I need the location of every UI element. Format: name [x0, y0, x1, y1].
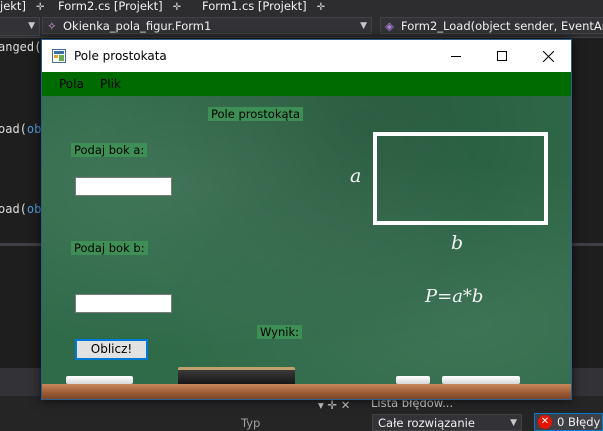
close-button[interactable] — [525, 40, 571, 72]
ide-tab-label: Form1.cs [Projekt] — [202, 0, 307, 13]
member-combo-value: Form2_Load(object sender, EventArgs — [401, 19, 603, 33]
minimize-button[interactable] — [433, 40, 479, 72]
close-icon — [542, 50, 554, 62]
app-icon — [52, 49, 66, 63]
menu-bar: Pola Plik — [42, 72, 571, 96]
member-combo[interactable]: ◈ Form2_Load(object sender, EventArgs — [380, 17, 603, 34]
error-icon: ✕ — [538, 415, 552, 429]
minimize-icon — [451, 56, 461, 57]
type-column-header[interactable]: Typ — [241, 416, 260, 430]
ide-tab[interactable]: Form2.cs [Projekt] ✛ — [58, 0, 181, 14]
chevron-down-icon: ▼ — [510, 418, 517, 428]
ide-tab[interactable]: Form1.cs [Projekt] ✛ — [202, 0, 325, 14]
result-label: Wynik: — [257, 325, 302, 339]
chalk-stick-image — [396, 376, 430, 384]
errors-count: 0 Błędy — [557, 415, 601, 429]
side-a-chalk-label: a — [350, 165, 362, 187]
class-combo[interactable]: ✧ Okienka_pola_figur.Form1 ▼ — [42, 17, 372, 34]
pin-icon[interactable]: ✛ — [173, 2, 181, 13]
chalkboard-canvas: Pole prostokąta Podaj bok a: Podaj bok b… — [42, 96, 571, 399]
ide-tab[interactable]: jekt] ✛ — [0, 0, 44, 14]
side-b-input[interactable] — [75, 294, 172, 313]
code-text: oad( — [0, 202, 27, 216]
chalk-stick-image — [442, 376, 520, 384]
project-combo[interactable]: ▼ — [0, 17, 40, 36]
label-side-a: Podaj bok a: — [71, 143, 148, 157]
pin-icon[interactable]: ✛ — [36, 2, 44, 13]
error-scope-value: Całe rozwiązanie — [378, 416, 475, 430]
rectangle-drawing — [373, 132, 548, 225]
error-scope-select[interactable]: Całe rozwiązanie ▼ — [372, 414, 522, 431]
title-bar[interactable]: Pole prostokata — [42, 40, 571, 72]
label-side-b: Podaj bok b: — [71, 241, 148, 255]
chevron-down-icon: ▼ — [28, 21, 35, 31]
class-combo-value: Okienka_pola_figur.Form1 — [63, 19, 212, 33]
ide-navigation-bar: ▼ ✧ Okienka_pola_figur.Form1 ▼ ◈ Form2_L… — [0, 14, 603, 38]
ide-tab-label: Form2.cs [Projekt] — [58, 0, 163, 13]
side-a-input[interactable] — [75, 177, 172, 196]
menu-item-plik[interactable]: Plik — [100, 77, 121, 91]
window-title: Pole prostokata — [74, 49, 167, 63]
method-icon: ◈ — [385, 19, 394, 33]
pin-icon[interactable]: ✛ — [317, 2, 325, 13]
errors-filter-button[interactable]: ✕ 0 Błędy — [534, 413, 603, 431]
chalk-tray — [42, 384, 571, 399]
side-b-chalk-label: b — [451, 232, 464, 254]
panel-pin-icon[interactable]: ▾ ✛ ✕ — [318, 398, 350, 412]
code-text: oad( — [0, 122, 27, 136]
form-window: Pole prostokata Pola Plik Pole prostokąt… — [41, 39, 572, 400]
maximize-icon — [497, 51, 507, 61]
menu-item-pola[interactable]: Pola — [59, 77, 84, 91]
maximize-button[interactable] — [479, 40, 525, 72]
class-icon: ✧ — [47, 19, 57, 33]
form-heading: Pole prostokąta — [208, 107, 304, 121]
ide-tab-strip: jekt] ✛ Form2.cs [Projekt] ✛ Form1.cs [Pro… — [0, 0, 603, 14]
ide-tab-label: jekt] — [0, 0, 26, 13]
calculate-button[interactable]: Oblicz! — [75, 339, 148, 360]
chevron-down-icon: ▼ — [360, 21, 367, 31]
chalk-stick-image — [66, 376, 133, 384]
area-formula: P=a*b — [425, 286, 484, 307]
